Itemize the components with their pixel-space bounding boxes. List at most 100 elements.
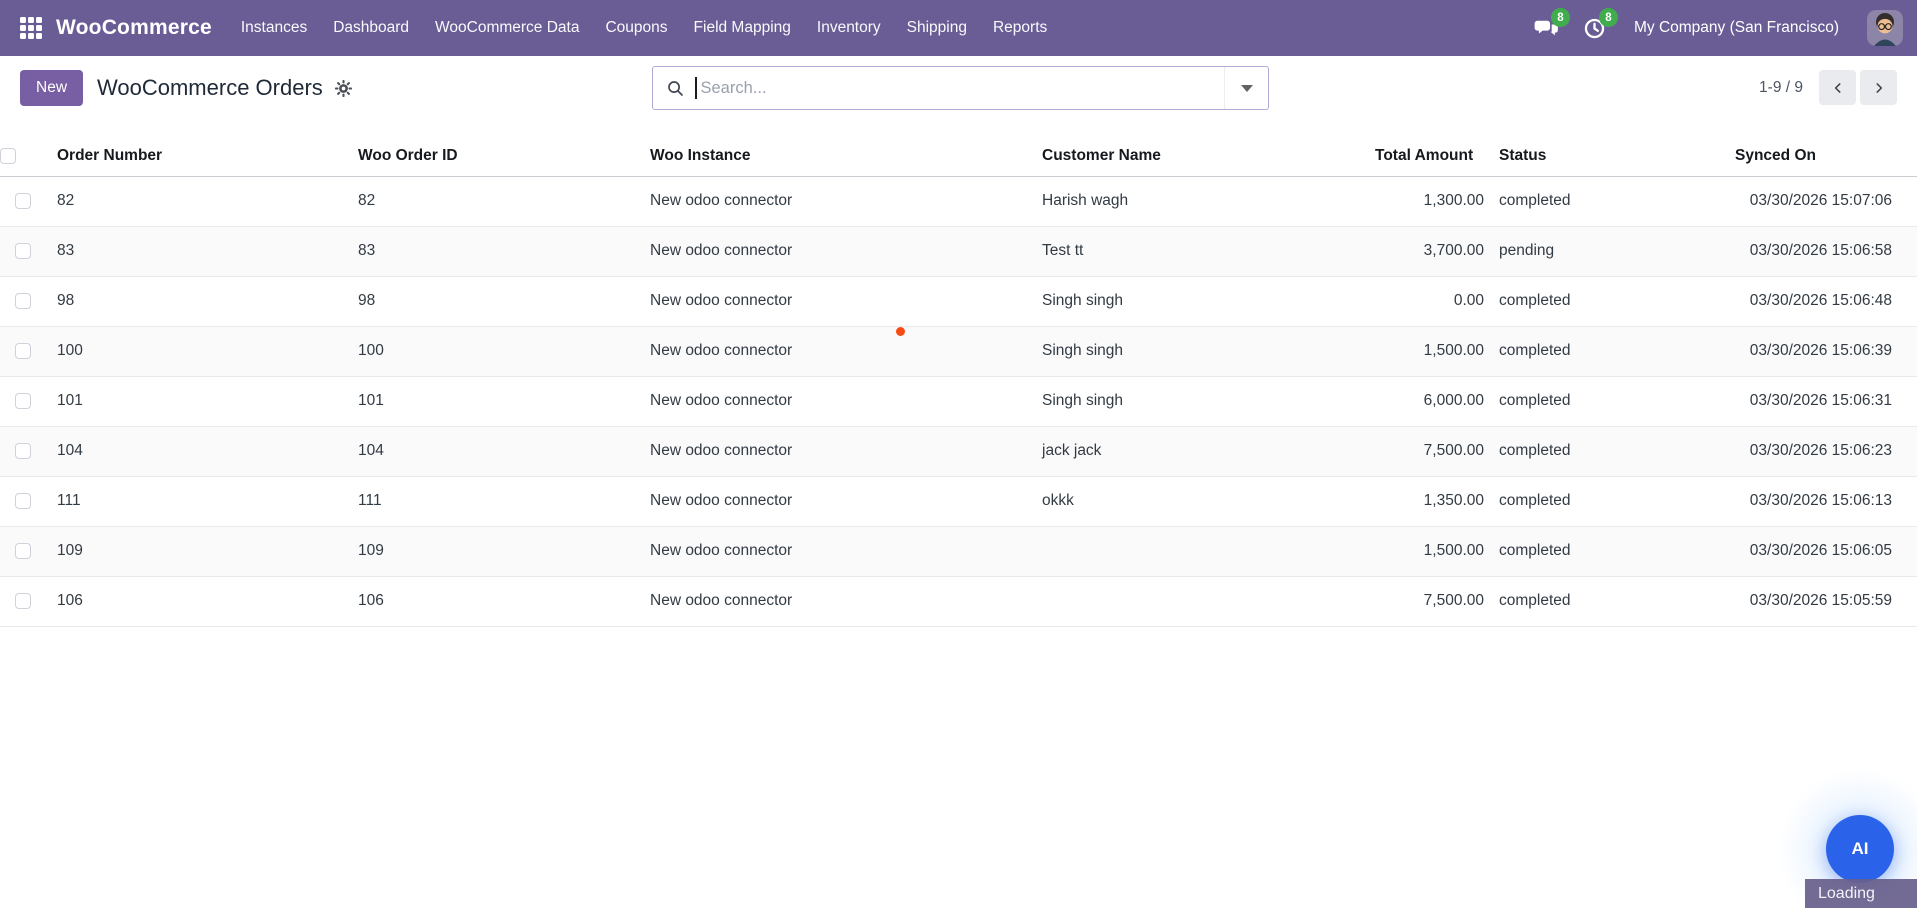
column-header-status[interactable]: Status (1488, 136, 1735, 177)
app-brand[interactable]: WooCommerce (56, 16, 212, 40)
user-avatar[interactable] (1867, 10, 1903, 46)
cell-total-amount: 6,000.00 (1375, 376, 1488, 427)
apps-grid-icon[interactable] (20, 17, 42, 39)
cell-woo-order-id: 98 (350, 276, 645, 327)
new-button[interactable]: New (20, 70, 84, 106)
table-row[interactable]: 111 111 New odoo connector okkk 1,350.00 comp… (0, 476, 1917, 527)
cell-total-amount: 7,500.00 (1375, 576, 1488, 627)
cell-customer-name: jack jack (1037, 426, 1375, 477)
search-input[interactable] (696, 78, 1224, 98)
cell-order-number: 111 (46, 476, 350, 527)
cell-woo-instance: New odoo connector (645, 426, 1037, 477)
cell-status: pending (1488, 226, 1735, 277)
cell-customer-name: Singh singh (1037, 276, 1375, 327)
menu-item-woocommerce-data[interactable]: WooCommerce Data (422, 0, 592, 56)
cell-customer-name: Singh singh (1037, 326, 1375, 377)
cell-woo-order-id: 109 (350, 526, 645, 577)
select-all-checkbox[interactable] (0, 147, 16, 164)
pager-previous-button[interactable] (1819, 70, 1856, 105)
cell-woo-instance: New odoo connector (645, 526, 1037, 577)
row-checkbox[interactable] (15, 342, 31, 359)
cell-woo-order-id: 82 (350, 176, 645, 227)
row-checkbox[interactable] (15, 592, 31, 609)
cell-woo-order-id: 100 (350, 326, 645, 377)
menu-item-inventory[interactable]: Inventory (804, 0, 894, 56)
cell-order-number: 104 (46, 426, 350, 477)
row-checkbox[interactable] (15, 392, 31, 409)
menu-item-instances[interactable]: Instances (228, 0, 320, 56)
cell-total-amount: 0.00 (1375, 276, 1488, 327)
row-checkbox[interactable] (15, 292, 31, 309)
cell-total-amount: 1,500.00 (1375, 326, 1488, 377)
menu-item-reports[interactable]: Reports (980, 0, 1060, 56)
company-switcher[interactable]: My Company (San Francisco) (1634, 19, 1839, 37)
cell-status: completed (1488, 576, 1735, 627)
cell-order-number: 101 (46, 376, 350, 427)
column-header-synced-on[interactable]: Synced On (1735, 136, 1917, 177)
table-row[interactable]: 100 100 New odoo connector Singh singh 1,500… (0, 326, 1917, 377)
table-row[interactable]: 83 83 New odoo connector Test tt 3,700.00 pen… (0, 226, 1917, 277)
ai-button[interactable]: AI (1826, 815, 1894, 883)
search-bar (652, 66, 1269, 110)
table-row[interactable]: 101 101 New odoo connector Singh singh 6,000… (0, 376, 1917, 427)
cell-status: completed (1488, 326, 1735, 377)
cell-status: completed (1488, 526, 1735, 577)
activity-icon[interactable]: 8 (1582, 8, 1618, 41)
cell-order-number: 82 (46, 176, 350, 227)
row-checkbox[interactable] (15, 542, 31, 559)
menu-item-field-mapping[interactable]: Field Mapping (681, 0, 804, 56)
cell-woo-instance: New odoo connector (645, 476, 1037, 527)
menu-item-coupons[interactable]: Coupons (592, 0, 680, 56)
control-panel: New WooCommerce Orders Search... 1-9 / 9 (0, 56, 1917, 136)
cell-customer-name (1037, 576, 1375, 627)
column-header-order-number[interactable]: Order Number (46, 136, 350, 177)
cell-woo-instance: New odoo connector (645, 326, 1037, 377)
cell-woo-instance: New odoo connector (645, 376, 1037, 427)
menu-item-shipping[interactable]: Shipping (894, 0, 980, 56)
cell-woo-order-id: 111 (350, 476, 645, 527)
cell-synced-on: 03/30/2026 15:06:05 (1735, 526, 1917, 577)
table-row[interactable]: 98 98 New odoo connector Singh singh 0.00 com… (0, 276, 1917, 327)
table-row[interactable]: 104 104 New odoo connector jack jack 7,500.0… (0, 426, 1917, 477)
cell-status: completed (1488, 426, 1735, 477)
row-checkbox[interactable] (15, 492, 31, 509)
row-checkbox[interactable] (15, 242, 31, 259)
cell-status: completed (1488, 276, 1735, 327)
cell-status: completed (1488, 376, 1735, 427)
cell-woo-order-id: 101 (350, 376, 645, 427)
table-row[interactable]: 106 106 New odoo connector 7,500.00 complete… (0, 576, 1917, 627)
column-header-total-amount[interactable]: Total Amount (1375, 136, 1488, 177)
pager-range: 1-9 / 9 (1759, 78, 1803, 96)
cell-synced-on: 03/30/2026 15:07:06 (1735, 176, 1917, 227)
orders-table: Order Number Woo Order ID Woo Instance C… (0, 136, 1917, 627)
pager-next-button[interactable] (1860, 70, 1897, 105)
cell-order-number: 109 (46, 526, 350, 577)
table-header-row: Order Number Woo Order ID Woo Instance C… (0, 136, 1917, 177)
messages-icon[interactable]: 8 (1534, 8, 1570, 41)
table-row[interactable]: 109 109 New odoo connector 1,500.00 complete… (0, 526, 1917, 577)
menu-item-dashboard[interactable]: Dashboard (320, 0, 422, 56)
cell-synced-on: 03/30/2026 15:06:39 (1735, 326, 1917, 377)
column-header-customer-name[interactable]: Customer Name (1037, 136, 1375, 177)
column-header-woo-instance[interactable]: Woo Instance (645, 136, 1037, 177)
table-row[interactable]: 82 82 New odoo connector Harish wagh 1,300.0… (0, 176, 1917, 227)
row-checkbox[interactable] (15, 442, 31, 459)
navbar-menu: Instances Dashboard WooCommerce Data Coupon… (228, 0, 1060, 56)
cell-customer-name: Test tt (1037, 226, 1375, 277)
cell-status: completed (1488, 476, 1735, 527)
cell-synced-on: 03/30/2026 15:06:31 (1735, 376, 1917, 427)
search-options-toggle[interactable] (1224, 67, 1268, 109)
row-checkbox[interactable] (15, 192, 31, 209)
cell-order-number: 98 (46, 276, 350, 327)
gear-icon[interactable] (334, 79, 353, 98)
column-header-woo-order-id[interactable]: Woo Order ID (350, 136, 645, 177)
cell-total-amount: 7,500.00 (1375, 426, 1488, 477)
cell-woo-instance: New odoo connector (645, 176, 1037, 227)
cell-synced-on: 03/30/2026 15:06:48 (1735, 276, 1917, 327)
cell-woo-instance: New odoo connector (645, 226, 1037, 277)
cell-total-amount: 3,700.00 (1375, 226, 1488, 277)
activity-badge: 8 (1598, 8, 1618, 27)
cell-order-number: 106 (46, 576, 350, 627)
cell-synced-on: 03/30/2026 15:06:13 (1735, 476, 1917, 527)
record-dot (896, 327, 905, 336)
